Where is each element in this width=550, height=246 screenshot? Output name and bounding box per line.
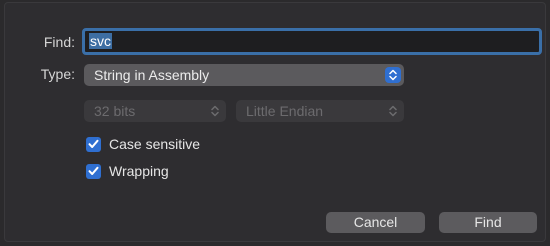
find-button[interactable]: Find xyxy=(439,212,537,233)
checkmark-icon xyxy=(88,139,99,148)
case-sensitive-option[interactable]: Case sensitive xyxy=(86,136,200,152)
find-dialog: Find: svc Type: String in Assembly 32 bi… xyxy=(4,2,546,242)
wrapping-checkbox[interactable] xyxy=(86,163,101,179)
wrapping-label: Wrapping xyxy=(109,163,169,179)
wrapping-option[interactable]: Wrapping xyxy=(86,163,169,179)
up-down-chevron-icon xyxy=(385,67,401,83)
checkmark-icon xyxy=(88,166,99,175)
case-sensitive-checkbox[interactable] xyxy=(86,136,101,152)
find-input-value: svc xyxy=(89,33,112,49)
find-input[interactable]: svc xyxy=(82,28,542,55)
type-popup-value: String in Assembly xyxy=(94,67,210,83)
type-popup[interactable]: String in Assembly xyxy=(84,64,404,86)
bits-popup-value: 32 bits xyxy=(94,103,136,119)
bits-popup[interactable]: 32 bits xyxy=(84,100,226,122)
find-label: Find: xyxy=(43,34,75,50)
cancel-button[interactable]: Cancel xyxy=(326,212,425,233)
case-sensitive-label: Case sensitive xyxy=(109,136,201,152)
type-label: Type: xyxy=(40,66,75,82)
endian-popup-value: Little Endian xyxy=(246,103,324,119)
up-down-chevron-icon xyxy=(388,103,398,119)
endian-popup[interactable]: Little Endian xyxy=(236,100,404,122)
up-down-chevron-icon xyxy=(210,103,220,119)
